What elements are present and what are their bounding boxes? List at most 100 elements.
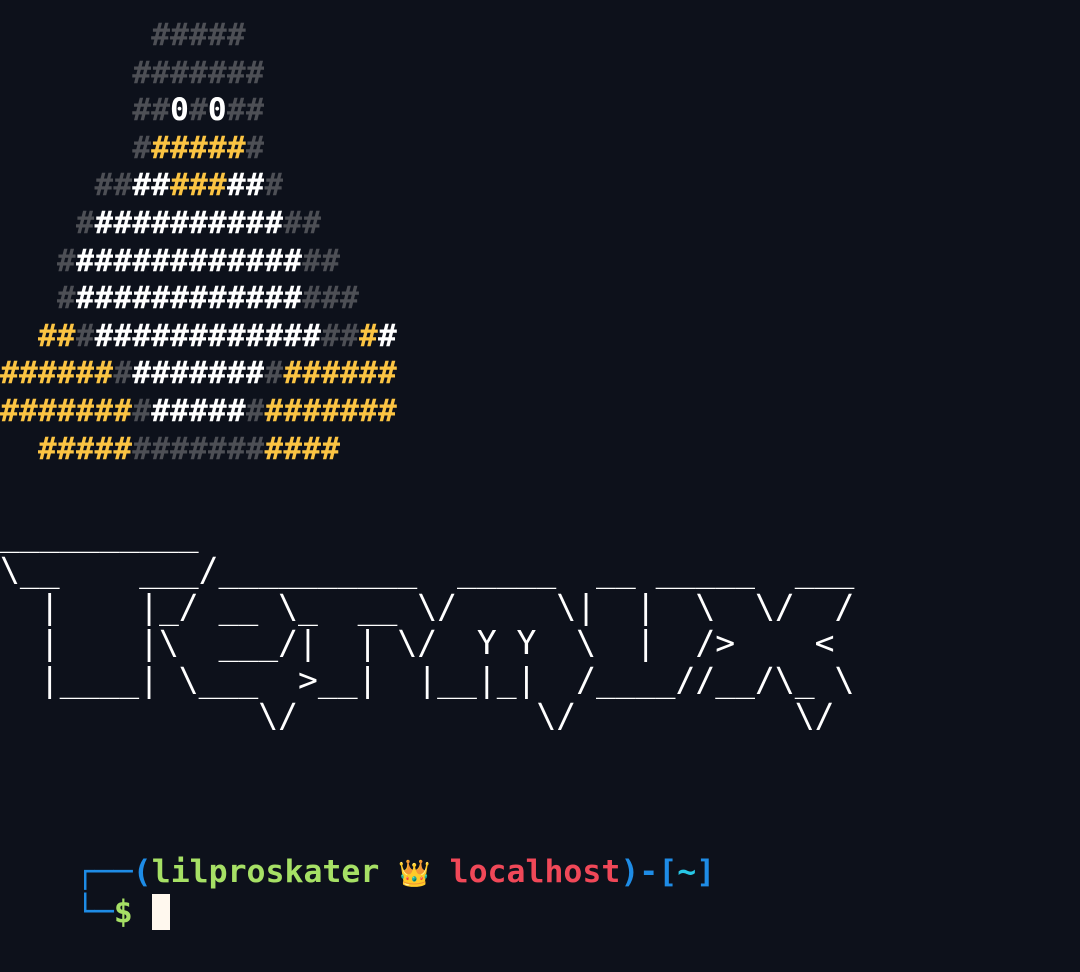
tux-art-char [19, 279, 38, 317]
tux-art-char: # [245, 430, 265, 467]
tux-art-char: # [170, 205, 189, 241]
tux-art-char [0, 54, 19, 92]
prompt-corner-bottom: └─ [75, 894, 114, 930]
tux-art-char [94, 16, 113, 54]
tux-art-char: # [188, 92, 208, 129]
tux-art-char [76, 54, 95, 92]
tux-art-char: # [264, 317, 284, 354]
tux-art-char: # [113, 393, 133, 429]
text-cursor[interactable] [151, 894, 170, 930]
tux-art-char: # [264, 280, 284, 317]
tux-art-char: # [207, 129, 227, 166]
tux-art-char: # [151, 205, 171, 241]
tux-art-char: # [264, 355, 284, 392]
tux-art-char: # [207, 430, 227, 467]
tux-art-char: # [340, 317, 359, 354]
tux-art-char: # [75, 355, 95, 392]
tux-art-char: # [226, 355, 246, 392]
terminal-window[interactable]: ##### ####### ##0#0## ####### ##########… [0, 0, 1080, 940]
tux-art-char: # [132, 317, 152, 354]
tux-art-char: # [94, 393, 114, 429]
prompt-input-line[interactable]: └─$ [0, 852, 170, 930]
tux-art-char: # [321, 242, 341, 279]
tux-art-char: # [321, 393, 341, 429]
tux-art-char: # [151, 167, 171, 204]
tux-art-char: # [264, 205, 284, 241]
tux-art-char: # [113, 355, 133, 392]
tux-art-char [0, 166, 19, 204]
tux-art-char: # [207, 205, 227, 241]
tux-art-char: # [226, 430, 246, 467]
tux-art-char [0, 204, 19, 242]
tux-art-char: # [188, 129, 208, 166]
tux-art-char: # [170, 280, 189, 317]
tux-art-char: # [245, 280, 265, 317]
tux-art-char: # [94, 167, 114, 204]
tux-art-char [0, 317, 19, 355]
tux-art-char: # [264, 242, 284, 279]
tux-art-char: # [113, 317, 133, 354]
tux-art-char [57, 54, 76, 92]
tux-art-char: # [151, 54, 171, 91]
banner-art-line: \__ ___/__________ _____ __ _____ ___ [0, 550, 855, 590]
tux-art-char [38, 279, 57, 317]
tux-art-char: # [170, 430, 189, 467]
tux-art-char: # [188, 280, 208, 317]
tux-art-char: # [207, 317, 227, 354]
tux-art-char: # [226, 167, 246, 204]
prompt-close-bracket: ] [696, 854, 716, 890]
tux-art-char: # [94, 317, 114, 354]
tux-art-char: # [56, 355, 76, 392]
tux-art-char [94, 129, 113, 167]
tux-art-char [113, 91, 132, 129]
tux-art-char: # [283, 393, 303, 429]
tux-art-char: # [321, 355, 341, 392]
tux-art-char [76, 16, 95, 54]
tux-art-char: # [188, 205, 208, 241]
tux-art-char: # [377, 317, 397, 354]
tux-art-char: # [245, 129, 265, 166]
tux-art-char: # [207, 280, 227, 317]
tux-art-char: # [113, 167, 133, 204]
tux-art-char [38, 16, 57, 54]
tux-art-char [0, 91, 19, 129]
tux-art-char: # [226, 129, 246, 166]
tux-art-char: # [75, 205, 95, 241]
tux-art-char: # [188, 430, 208, 467]
tux-art-char: # [132, 393, 152, 429]
tux-art-char [132, 16, 151, 54]
tux-art-char [38, 54, 57, 92]
tux-art-char [19, 242, 38, 280]
tux-art-char: # [56, 280, 76, 317]
tux-art-char: # [245, 317, 265, 354]
tux-art-char: # [37, 355, 57, 392]
tux-art-char: # [226, 92, 246, 129]
tux-art-char: # [94, 355, 114, 392]
tux-art-char [38, 91, 57, 129]
tux-art-char: # [113, 430, 133, 467]
tux-art-char: # [151, 393, 171, 429]
tux-art-char: # [283, 355, 303, 392]
tux-art-char [57, 129, 76, 167]
tux-art-char: # [245, 205, 265, 241]
tux-art-char: # [321, 280, 341, 317]
prompt-username: lilproskater [151, 854, 380, 890]
tux-art-char [57, 204, 76, 242]
banner-art-line: | |\ ___/| | \/ Y Y \ | /> < [0, 623, 835, 663]
tux-art-line: ################ [0, 279, 359, 317]
tux-art-char [0, 129, 19, 167]
tux-art-char: # [207, 167, 227, 204]
tux-art-char: # [358, 317, 378, 354]
tux-art-char: # [302, 317, 322, 354]
tux-art-char: # [321, 317, 341, 354]
tux-art-char [113, 54, 132, 92]
tux-art-char [38, 129, 57, 167]
tux-art-char: # [0, 393, 19, 429]
tux-art-char: # [170, 17, 189, 53]
tux-art-char: # [245, 167, 265, 204]
tux-art-char: # [170, 242, 189, 279]
tux-art-char: # [207, 17, 227, 53]
tux-art-char: # [302, 393, 322, 429]
tux-art-char [19, 166, 38, 204]
tux-art-char: # [226, 205, 246, 241]
